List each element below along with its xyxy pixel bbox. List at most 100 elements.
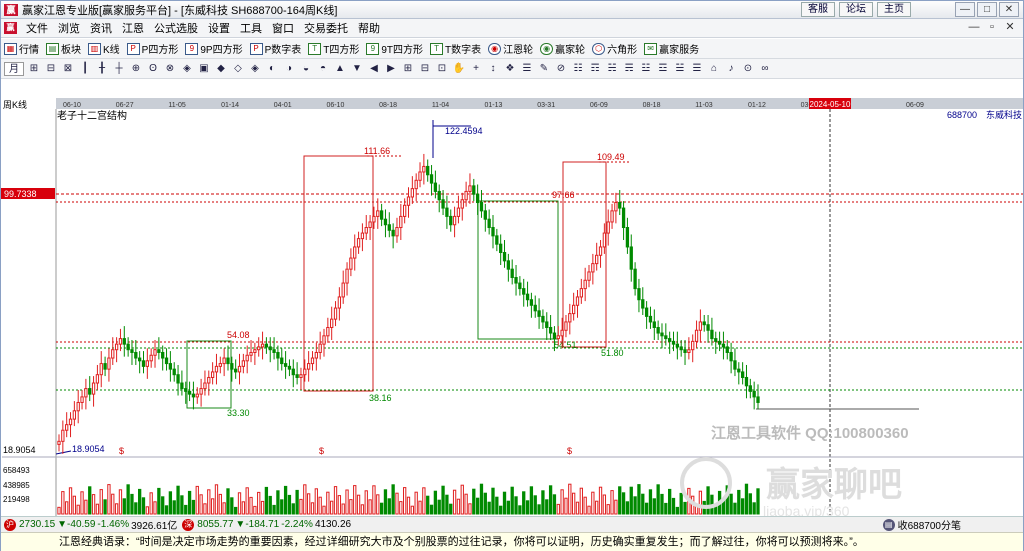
toolbar-9p-square-button[interactable]: 9 9P四方形 <box>185 41 243 56</box>
draw-tool-icon[interactable]: ◒ <box>299 62 313 76</box>
candle <box>107 357 111 370</box>
draw-tool-icon[interactable]: ◈ <box>180 62 194 76</box>
menu-help[interactable]: 帮助 <box>353 20 385 36</box>
volume-bar <box>629 486 633 515</box>
menu-formula[interactable]: 公式选股 <box>149 20 203 36</box>
kline-chart[interactable]: 06-10 06-27 11-05 01-14 04-01 06-10 08-18 11-04… <box>1 98 1023 519</box>
volume-bar <box>595 500 599 515</box>
volume-bar <box>395 492 399 515</box>
draw-tool-icon[interactable]: ☵ <box>605 62 619 76</box>
draw-tool-icon[interactable]: ⊙ <box>741 62 755 76</box>
draw-tool-icon[interactable]: ◐ <box>265 62 279 76</box>
close-icon[interactable]: ✕ <box>999 2 1019 17</box>
period-select[interactable]: 月 <box>4 61 24 76</box>
candle <box>180 382 184 390</box>
toolbar-winner-wheel-button[interactable]: ◉ 赢家轮 <box>540 41 585 56</box>
draw-tool-icon[interactable]: ☴ <box>622 62 636 76</box>
tick-detail-label[interactable]: 收688700分笔 <box>898 517 961 532</box>
draw-tool-icon[interactable]: ⊞ <box>401 62 415 76</box>
menu-file[interactable]: 文件 <box>21 20 53 36</box>
draw-tool-icon[interactable]: ❖ <box>503 62 517 76</box>
draw-tool-icon[interactable]: ☳ <box>639 62 653 76</box>
draw-tool-icon[interactable]: ◆ <box>214 62 228 76</box>
toolbar-quotes-button[interactable]: ▦ 行情 <box>4 41 39 56</box>
draw-tool-icon[interactable]: ┼ <box>112 62 126 76</box>
candle <box>606 221 610 234</box>
menu-gann[interactable]: 江恩 <box>117 20 149 36</box>
link-home[interactable]: 主页 <box>877 2 911 17</box>
mdi-restore-icon[interactable]: ▫ <box>983 20 1001 35</box>
toolbar-t-square-button[interactable]: T T四方形 <box>308 41 359 56</box>
draw-tool-icon[interactable]: ↕ <box>486 62 500 76</box>
link-forum[interactable]: 论坛 <box>839 2 873 17</box>
draw-tool-icon[interactable]: ◇ <box>231 62 245 76</box>
chart-canvas[interactable]: 06-10 06-27 11-05 01-14 04-01 06-10 08-18 11-04… <box>1 98 1023 519</box>
draw-tool-icon[interactable]: ⊟ <box>44 62 58 76</box>
toolbar-hexagon-button[interactable]: ⬡ 六角形 <box>592 41 637 56</box>
draw-tool-icon[interactable]: ┃ <box>78 62 92 76</box>
toolbar-sector-button[interactable]: ▤ 板块 <box>46 41 81 56</box>
draw-tool-icon[interactable]: ▣ <box>197 62 211 76</box>
menu-info[interactable]: 资讯 <box>85 20 117 36</box>
draw-tool-icon[interactable]: ⌂ <box>707 62 721 76</box>
draw-tool-icon[interactable]: ✎ <box>537 62 551 76</box>
toolbar-gann-wheel-button[interactable]: ◉ 江恩轮 <box>488 41 533 56</box>
draw-tool-icon[interactable]: ⊗ <box>163 62 177 76</box>
menu-browse[interactable]: 浏览 <box>53 20 85 36</box>
toolbar-p-table-button[interactable]: P P数字表 <box>249 41 301 56</box>
volume-bar <box>472 488 476 515</box>
draw-tool-icon[interactable]: ⊟ <box>418 62 432 76</box>
menu-window[interactable]: 窗口 <box>267 20 299 36</box>
draw-tool-icon[interactable]: + <box>469 62 483 76</box>
toolbar-p-square-button[interactable]: P P四方形 <box>126 41 178 56</box>
toolbar-kline-button[interactable]: ▥ K线 <box>88 41 120 56</box>
draw-tool-icon[interactable]: ♪ <box>724 62 738 76</box>
maximize-icon[interactable]: □ <box>977 2 997 17</box>
draw-tool-icon[interactable]: ⊘ <box>554 62 568 76</box>
draw-tool-icon[interactable]: ▼ <box>350 62 364 76</box>
draw-tool-icon[interactable]: ∞ <box>758 62 772 76</box>
draw-tool-icon[interactable]: ☰ <box>690 62 704 76</box>
candle <box>145 360 149 367</box>
candle <box>652 321 656 328</box>
toolbar-9t-square-button[interactable]: 9 9T四方形 <box>366 41 423 56</box>
date-tick: 01-14 <box>221 102 239 109</box>
draw-tool-icon[interactable]: ☲ <box>656 62 670 76</box>
draw-tool-icon[interactable]: ⊞ <box>27 62 41 76</box>
volume-bar <box>130 493 134 515</box>
draw-tool-icon[interactable]: ╂ <box>95 62 109 76</box>
draw-tool-icon[interactable]: ◀ <box>367 62 381 76</box>
draw-tool-icon[interactable]: ☰ <box>520 62 534 76</box>
mdi-close-icon[interactable]: ✕ <box>1001 20 1019 35</box>
draw-tool-icon[interactable]: ⊠ <box>61 62 75 76</box>
sz-index-icon: 深 <box>182 518 195 531</box>
menu-trade[interactable]: 交易委托 <box>299 20 353 36</box>
volume-bar <box>664 502 668 515</box>
draw-tool-icon[interactable]: ▶ <box>384 62 398 76</box>
draw-tool-icon[interactable]: ⊕ <box>129 62 143 76</box>
draw-tool-icon[interactable]: ☱ <box>673 62 687 76</box>
candle <box>403 204 407 217</box>
candle <box>138 357 142 362</box>
volume-bar <box>322 505 326 515</box>
toolbar-t-table-button[interactable]: T T数字表 <box>430 41 481 56</box>
mdi-minimize-icon[interactable]: — <box>965 20 983 35</box>
draw-tool-icon[interactable]: ◑ <box>282 62 296 76</box>
draw-tool-icon[interactable]: ʘ <box>146 62 160 76</box>
menu-settings[interactable]: 设置 <box>203 20 235 36</box>
draw-tool-icon[interactable]: ◈ <box>248 62 262 76</box>
draw-tool-icon[interactable]: ✋ <box>452 62 466 76</box>
draw-tool-icon[interactable]: ☶ <box>588 62 602 76</box>
draw-tool-icon[interactable]: ☷ <box>571 62 585 76</box>
candle <box>445 207 449 217</box>
minimize-icon[interactable]: — <box>955 2 975 17</box>
draw-tool-icon[interactable]: ⊡ <box>435 62 449 76</box>
volume-bar <box>184 504 188 515</box>
volume-bar <box>141 497 146 515</box>
toolbar-service-button[interactable]: ✉ 赢家服务 <box>644 41 699 56</box>
draw-tool-icon[interactable]: ◓ <box>316 62 330 76</box>
menu-tools[interactable]: 工具 <box>235 20 267 36</box>
link-customer-service[interactable]: 客服 <box>801 2 835 17</box>
draw-tool-icon[interactable]: ▲ <box>333 62 347 76</box>
candle <box>602 232 607 248</box>
